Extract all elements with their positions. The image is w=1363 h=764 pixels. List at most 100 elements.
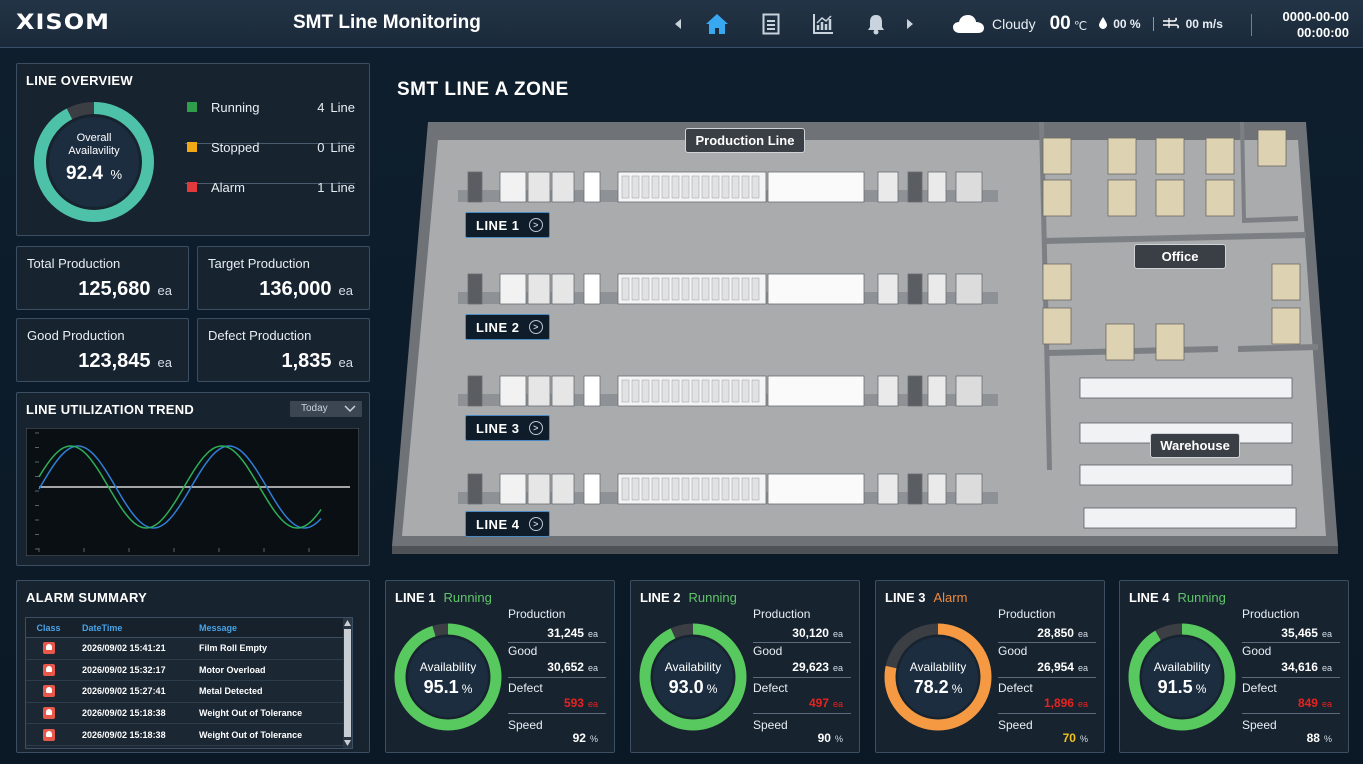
table-row[interactable]: 2026/09/02 15:41:21 Film Roll Empty <box>26 638 352 660</box>
divider <box>1242 642 1340 643</box>
divider <box>753 713 851 714</box>
datetime-cell: 2026/09/02 15:18:38 <box>82 708 166 719</box>
office-desk <box>1271 263 1301 301</box>
line-card-2[interactable]: LINE 2 Running Availability 93.0% Production… <box>630 580 860 753</box>
defect-label: Defect <box>998 681 1033 695</box>
line-name: LINE 3 <box>885 590 926 605</box>
office-desk <box>1205 137 1235 175</box>
smt-line-1-machines[interactable] <box>458 171 998 203</box>
divider <box>1242 677 1340 678</box>
stat-number: 123,845 <box>78 350 151 372</box>
legend-item-running: Running 4 Line <box>185 97 355 117</box>
availability-value: 93.0% <box>638 677 748 698</box>
alarm-class-cell <box>26 641 71 655</box>
stat-value: 1,835 ea <box>281 350 353 373</box>
legend-swatch <box>187 142 197 152</box>
current-time: 00:00:00 <box>1296 25 1349 40</box>
availability-unit: % <box>110 167 122 182</box>
defect-label: Defect <box>753 681 788 695</box>
line-1-button[interactable]: LINE 1 > <box>465 212 550 238</box>
panel-title: LINE UTILIZATION TREND <box>26 402 195 417</box>
alarm-bell-icon <box>42 663 55 676</box>
availability-label: Availability <box>419 660 477 674</box>
line-3-button[interactable]: LINE 3 > <box>465 415 550 441</box>
line-status: Running <box>443 590 492 605</box>
availability-unit: % <box>1195 682 1207 696</box>
period-dropdown[interactable]: Today <box>290 401 362 417</box>
zone-title: SMT LINE A ZONE <box>397 79 569 100</box>
legend-count: 4 <box>317 99 325 115</box>
availability-label: Availability <box>909 660 967 674</box>
alarm-class-cell <box>26 684 71 698</box>
line-card-1[interactable]: LINE 1 Running Availability 95.1% Production… <box>385 580 615 753</box>
temperature-unit: ℃ <box>1073 19 1088 33</box>
availability-unit: % <box>461 682 473 696</box>
overall-availability-value: 92.4 % <box>40 163 148 185</box>
table-row[interactable]: 2026/09/02 15:18:38 Weight Out of Toleran… <box>26 703 352 725</box>
office-desk <box>1042 137 1072 175</box>
smt-line-2-machines[interactable] <box>458 273 998 305</box>
availability-value: 78.2% <box>883 677 993 698</box>
line-card-4[interactable]: LINE 4 Running Availability 91.5% Production… <box>1119 580 1349 753</box>
office-desk <box>1105 323 1135 361</box>
scroll-up-icon[interactable] <box>344 620 351 626</box>
table-row[interactable]: 2026/09/02 15:32:17 Motor Overload <box>26 660 352 682</box>
production-value: 35,465 ea <box>1281 626 1332 640</box>
next-arrow-icon[interactable] <box>896 10 924 38</box>
humidity-value: 00 % <box>1113 17 1141 31</box>
message-cell: Motor Overload <box>199 664 266 675</box>
dashboard: XISOM SMT Line Monitoring Cloudy 00 ℃ 00… <box>0 0 1363 764</box>
arrow-right-icon: > <box>529 517 543 531</box>
production-value: 30,120 ea <box>792 626 843 640</box>
line-4-button[interactable]: LINE 4 > <box>465 511 550 537</box>
scroll-down-icon[interactable] <box>344 740 351 746</box>
legend-name: Alarm <box>211 179 245 195</box>
datetime-cell: 2026/09/02 15:32:17 <box>82 664 166 675</box>
smt-line-4-machines[interactable] <box>458 473 998 505</box>
availability-label: Availability <box>664 660 722 674</box>
table-row[interactable]: 2026/09/02 15:27:41 Metal Detected <box>26 681 352 703</box>
office-desk <box>1042 307 1072 345</box>
defect-value: 497 ea <box>808 696 843 710</box>
good-label: Good <box>508 644 538 658</box>
scrollbar[interactable] <box>343 618 352 748</box>
alarm-summary-panel: ALARM SUMMARY Class DateTime Message 202… <box>16 580 370 753</box>
legend-item-alarm: Alarm 1 Line <box>185 177 355 197</box>
home-icon[interactable] <box>703 10 731 38</box>
stat-number: 1,835 <box>281 350 332 372</box>
stat-label: Total Production <box>27 256 121 271</box>
column-header: Class <box>36 622 61 633</box>
stat-value: 136,000 ea <box>259 278 353 301</box>
line-2-button[interactable]: LINE 2 > <box>465 314 550 340</box>
logo: XISOM <box>16 9 111 35</box>
top-bar: XISOM SMT Line Monitoring Cloudy 00 ℃ 00… <box>0 0 1363 48</box>
temperature-value: 00 <box>1049 13 1071 34</box>
weather-condition: Cloudy <box>992 16 1036 32</box>
defect-value: 849 ea <box>1297 696 1332 710</box>
report-icon[interactable] <box>757 10 785 38</box>
chart-icon[interactable] <box>809 10 837 38</box>
smt-line-3-machines[interactable] <box>458 375 998 407</box>
divider <box>998 642 1096 643</box>
scrollbar-thumb[interactable] <box>344 629 351 737</box>
prev-arrow-icon[interactable] <box>664 10 692 38</box>
legend-count: 1 <box>317 179 325 195</box>
ring-label: Overall Availavility <box>68 132 120 157</box>
good-label: Good <box>1242 644 1272 658</box>
total-production-card: Total Production 125,680 ea <box>16 246 189 310</box>
office-desk <box>1107 179 1137 217</box>
message-cell: Metal Detected <box>199 686 263 697</box>
availability-number: 91.5 <box>1157 677 1193 697</box>
warehouse-rack <box>1083 507 1297 529</box>
office-desk <box>1257 129 1287 167</box>
stat-label: Target Production <box>208 256 310 271</box>
bell-icon[interactable] <box>862 10 890 38</box>
panel-title: LINE OVERVIEW <box>26 73 133 88</box>
table-row[interactable]: 2026/09/02 15:18:38 Weight Out of Toleran… <box>26 724 352 746</box>
line-card-3[interactable]: LINE 3 Alarm Availability 78.2% Production 28… <box>875 580 1105 753</box>
stat-label: Good Production <box>27 328 125 343</box>
stat-value: 123,845 ea <box>78 350 172 373</box>
stat-label: Defect Production <box>208 328 312 343</box>
legend-unit: Line <box>330 99 355 115</box>
good-label: Good <box>753 644 783 658</box>
